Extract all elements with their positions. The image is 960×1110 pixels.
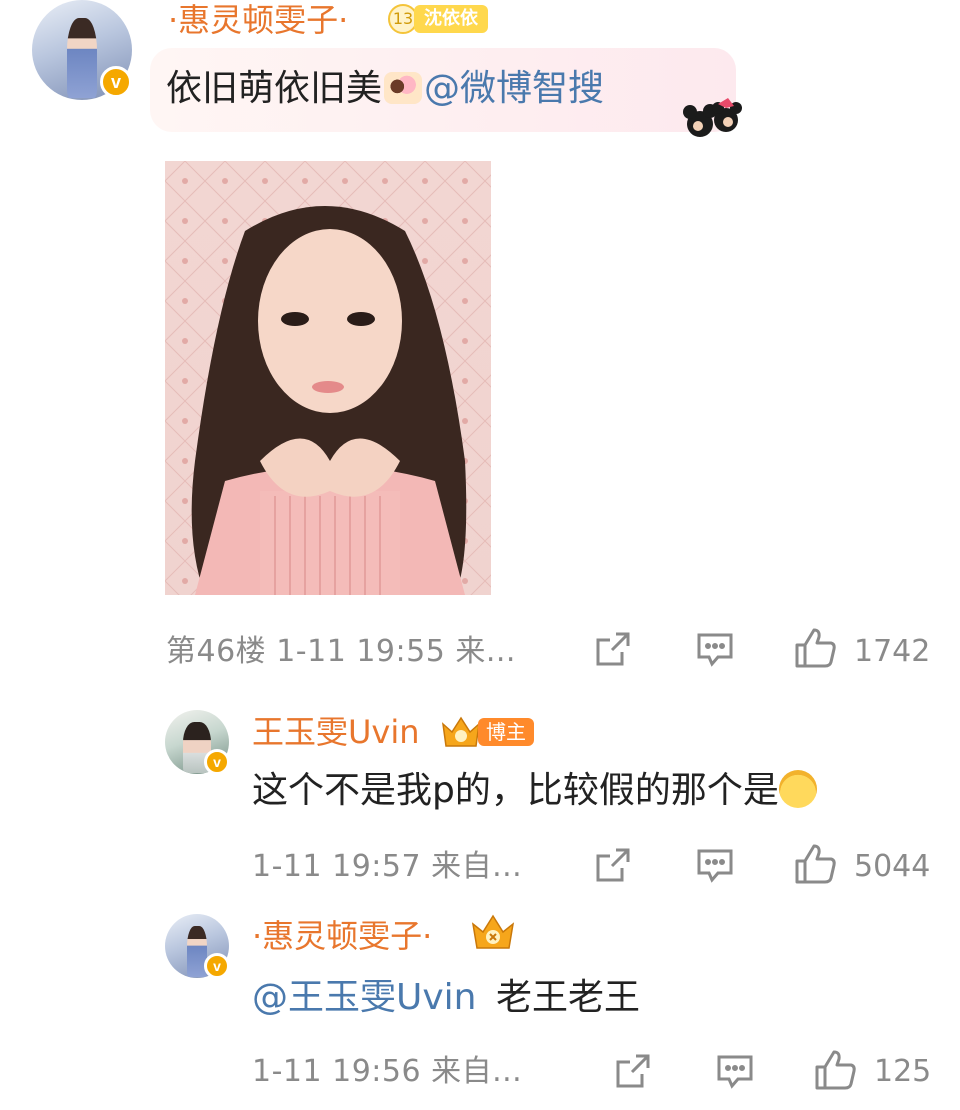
bubble-decoration-icon xyxy=(678,94,752,142)
comment-icon[interactable] xyxy=(696,848,734,884)
like-icon[interactable] xyxy=(814,1049,858,1091)
share-icon[interactable] xyxy=(594,630,632,668)
author-name[interactable]: ·惠灵顿雯子· xyxy=(168,0,348,40)
share-icon[interactable] xyxy=(614,1052,652,1090)
crown-icon xyxy=(471,914,515,949)
like-icon[interactable] xyxy=(794,627,838,669)
fan-badge-label: 沈依依 xyxy=(414,5,488,33)
author-name[interactable]: 王玉雯Uvin xyxy=(252,712,420,752)
verified-icon: v xyxy=(100,66,132,98)
like-count: 1742 xyxy=(854,634,931,669)
comment-body: 这个不是我p的，比较假的那个是 xyxy=(252,770,779,811)
fan-badge[interactable]: 13 沈依依 xyxy=(388,4,488,34)
comment-text: 依旧萌依旧美 @微博智搜 xyxy=(166,66,604,112)
crown-icon xyxy=(441,716,481,747)
verified-icon: v xyxy=(204,953,230,979)
comment-body: 老王老王 xyxy=(495,977,640,1018)
verified-icon: v xyxy=(204,749,230,775)
like-count: 125 xyxy=(874,1054,932,1089)
post-image[interactable] xyxy=(165,161,491,595)
author-name[interactable]: ·惠灵顿雯子· xyxy=(252,916,432,956)
share-icon[interactable] xyxy=(594,846,632,884)
mention-link[interactable]: @王玉雯Uvin xyxy=(252,977,476,1018)
reply-meta: 1-11 19:56 来自... xyxy=(252,1054,523,1089)
comment-text: @王玉雯Uvin 老王老王 xyxy=(252,975,640,1021)
comment-text: 这个不是我p的，比较假的那个是 xyxy=(252,768,817,814)
avatar-figure xyxy=(67,18,97,98)
like-count: 5044 xyxy=(854,849,931,884)
host-badge-label: 博主 xyxy=(478,718,534,746)
comment-icon[interactable] xyxy=(716,1054,754,1090)
post-meta: 第46楼 1-11 19:55 来... xyxy=(166,634,516,669)
comment-icon[interactable] xyxy=(696,632,734,668)
host-badge: 博主 xyxy=(440,714,534,750)
like-icon[interactable] xyxy=(794,843,838,885)
mention-link[interactable]: @微博智搜 xyxy=(424,68,604,109)
reply-meta: 1-11 19:57 来自... xyxy=(252,849,523,884)
emoji-icon xyxy=(384,72,423,104)
comment-body: 依旧萌依旧美 xyxy=(166,68,383,109)
emoji-icon xyxy=(778,770,817,808)
